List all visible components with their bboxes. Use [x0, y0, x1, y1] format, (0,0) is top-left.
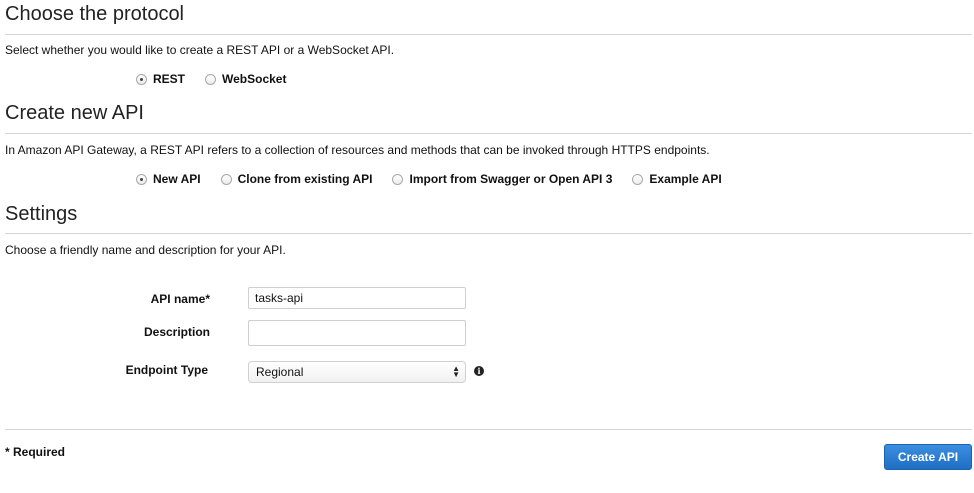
chevron-up-down-icon: ▲ ▼ [452, 364, 460, 379]
radio-label-websocket: WebSocket [222, 72, 287, 86]
radio-button[interactable] [392, 173, 404, 185]
create-api-button[interactable]: Create API [884, 444, 972, 470]
radio-button-checked[interactable] [136, 73, 147, 85]
radio-label-rest: REST [153, 72, 186, 86]
section-divider [5, 133, 972, 134]
create-description: In Amazon API Gateway, a REST API refers… [5, 143, 710, 157]
description-input[interactable] [248, 320, 466, 346]
radio-button-checked[interactable] [136, 173, 147, 185]
description-label: Description [143, 325, 210, 339]
radio-option-rest[interactable]: REST [136, 72, 185, 86]
radio-option-websocket[interactable]: WebSocket [205, 72, 286, 86]
radio-option-clone[interactable]: Clone from existing API [220, 172, 373, 186]
endpoint-type-select[interactable]: Regional ▲ ▼ [248, 361, 466, 383]
radio-option-import[interactable]: Import from Swagger or Open API 3 [392, 172, 612, 186]
api-name-input[interactable] [248, 287, 466, 309]
protocol-section-title: Choose the protocol [5, 3, 185, 25]
settings-description: Choose a friendly name and description f… [5, 243, 286, 257]
radio-button[interactable] [220, 173, 232, 185]
radio-label-import: Import from Swagger or Open API 3 [409, 172, 613, 186]
info-icon[interactable]: i [474, 366, 484, 376]
endpoint-type-label: Endpoint Type [125, 363, 208, 377]
endpoint-type-value: Regional [256, 365, 304, 379]
radio-label-clone: Clone from existing API [237, 172, 373, 186]
radio-button[interactable] [205, 73, 217, 85]
footer-divider [5, 429, 972, 430]
settings-section-title: Settings [5, 203, 78, 225]
required-note: * Required [5, 445, 66, 459]
api-name-label: API name* [150, 292, 210, 306]
section-divider [5, 233, 972, 234]
protocol-radio-group: REST WebSocket [136, 72, 306, 86]
radio-label-new-api: New API [153, 172, 201, 186]
radio-option-new-api[interactable]: New API [136, 172, 201, 186]
create-radio-group: New API Clone from existing API Import f… [136, 172, 742, 186]
section-divider [5, 34, 972, 35]
protocol-description: Select whether you would like to create … [5, 43, 395, 57]
create-section-title: Create new API [5, 102, 144, 124]
radio-label-example: Example API [649, 172, 722, 186]
radio-button[interactable] [632, 173, 644, 185]
radio-option-example[interactable]: Example API [632, 172, 722, 186]
